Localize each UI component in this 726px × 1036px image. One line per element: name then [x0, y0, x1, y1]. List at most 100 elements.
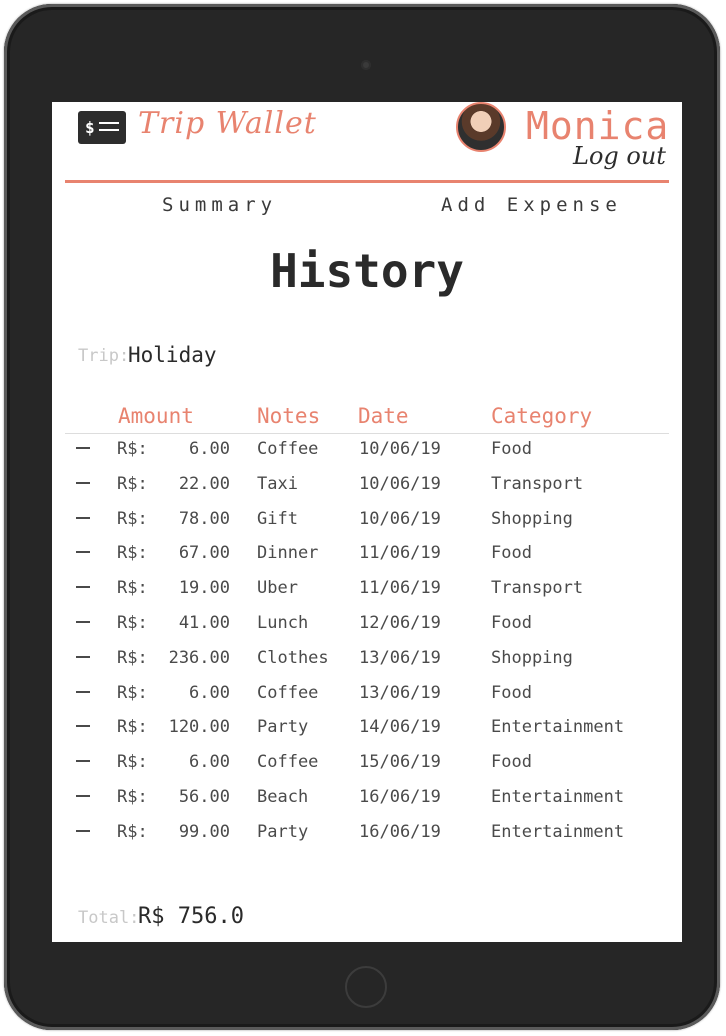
delete-minus-icon[interactable]	[76, 586, 90, 589]
table-row: R$: 6.00 Coffee 15/06/19 Food	[52, 747, 682, 782]
row-amount: 236.00	[168, 647, 230, 668]
logo-dollar: $	[85, 118, 95, 137]
row-notes: Dinner	[257, 543, 319, 564]
row-category: Shopping	[491, 508, 573, 529]
row-amount: 6.00	[189, 752, 230, 773]
row-notes: Coffee	[257, 752, 319, 773]
page-title: History	[270, 244, 464, 298]
logout-link[interactable]: Log out	[573, 142, 666, 170]
column-header-notes: Notes	[257, 404, 321, 428]
table-row: R$: 56.00 Beach 16/06/19 Entertainment	[52, 782, 682, 817]
row-category: Food	[491, 682, 532, 703]
row-notes: Taxi	[257, 473, 298, 494]
row-amount: 22.00	[178, 473, 230, 494]
table-row: R$: 6.00 Coffee 10/06/19 Food	[52, 434, 682, 469]
row-currency: R$:	[117, 612, 148, 633]
table-row: R$: 78.00 Gift 10/06/19 Shopping	[52, 504, 682, 539]
row-notes: Clothes	[257, 647, 329, 668]
row-notes: Uber	[257, 578, 298, 599]
row-currency: R$:	[117, 439, 148, 459]
home-button[interactable]	[345, 966, 387, 1008]
row-currency: R$:	[117, 578, 148, 599]
row-currency: R$:	[117, 473, 148, 494]
row-category: Entertainment	[491, 786, 625, 807]
table-row: R$: 22.00 Taxi 10/06/19 Transport	[52, 469, 682, 504]
row-date: 15/06/19	[359, 752, 441, 773]
column-header-date: Date	[358, 404, 409, 428]
column-header-category: Category	[491, 404, 593, 428]
row-currency: R$:	[117, 508, 148, 529]
row-notes: Gift	[257, 508, 298, 529]
delete-minus-icon[interactable]	[76, 516, 90, 519]
row-notes: Lunch	[257, 612, 309, 633]
row-amount: 6.00	[189, 439, 230, 459]
row-notes: Coffee	[257, 439, 319, 459]
expense-list: R$: 6.00 Coffee 10/06/19 Food R$: 22.00 Taxi 10/…	[52, 434, 682, 852]
row-notes: Party	[257, 821, 309, 842]
total-label: Total:	[78, 908, 140, 928]
delete-minus-icon[interactable]	[76, 794, 90, 797]
row-category: Entertainment	[491, 717, 625, 738]
camera-icon	[361, 60, 371, 70]
app-screen: $ Trip Wallet Monica Log out Summary Add…	[52, 102, 682, 942]
row-date: 10/06/19	[359, 439, 441, 459]
row-amount: 41.00	[178, 612, 230, 633]
delete-minus-icon[interactable]	[76, 551, 90, 554]
row-date: 16/06/19	[359, 786, 441, 807]
table-row: R$: 6.00 Coffee 13/06/19 Food	[52, 678, 682, 713]
row-notes: Party	[257, 717, 309, 738]
logo-bars	[99, 122, 119, 124]
delete-minus-icon[interactable]	[76, 829, 90, 832]
row-category: Shopping	[491, 647, 573, 668]
row-currency: R$:	[117, 717, 148, 738]
row-category: Transport	[491, 578, 584, 599]
row-date: 11/06/19	[359, 578, 441, 599]
nav-add-expense[interactable]: Add Expense	[441, 194, 622, 216]
table-row: R$: 41.00 Lunch 12/06/19 Food	[52, 608, 682, 643]
row-date: 12/06/19	[359, 612, 441, 633]
row-currency: R$:	[117, 752, 148, 773]
row-amount: 99.00	[178, 821, 230, 842]
row-currency: R$:	[117, 543, 148, 564]
row-currency: R$:	[117, 786, 148, 807]
row-category: Food	[491, 543, 532, 564]
row-date: 14/06/19	[359, 717, 441, 738]
row-currency: R$:	[117, 682, 148, 703]
row-amount: 120.00	[168, 717, 230, 738]
delete-minus-icon[interactable]	[76, 655, 90, 658]
row-notes: Coffee	[257, 682, 319, 703]
row-amount: 19.00	[178, 578, 230, 599]
row-category: Entertainment	[491, 821, 625, 842]
row-amount: 56.00	[178, 786, 230, 807]
delete-minus-icon[interactable]	[76, 760, 90, 763]
row-date: 16/06/19	[359, 821, 441, 842]
row-date: 13/06/19	[359, 647, 441, 668]
table-row: R$: 99.00 Party 16/06/19 Entertainment	[52, 817, 682, 852]
row-date: 11/06/19	[359, 543, 441, 564]
row-category: Food	[491, 439, 532, 459]
table-row: R$: 236.00 Clothes 13/06/19 Shopping	[52, 643, 682, 678]
delete-minus-icon[interactable]	[76, 447, 90, 449]
trip-value: Holiday	[128, 343, 217, 367]
trip-label: Trip:	[78, 346, 130, 366]
row-category: Transport	[491, 473, 584, 494]
row-category: Food	[491, 752, 532, 773]
wallet-logo-icon: $	[78, 111, 126, 144]
avatar[interactable]	[456, 102, 506, 152]
nav-summary[interactable]: Summary	[162, 194, 277, 216]
tablet-frame: $ Trip Wallet Monica Log out Summary Add…	[4, 4, 720, 1030]
delete-minus-icon[interactable]	[76, 620, 90, 623]
delete-minus-icon[interactable]	[76, 481, 90, 484]
row-notes: Beach	[257, 786, 309, 807]
delete-minus-icon[interactable]	[76, 725, 90, 728]
row-date: 10/06/19	[359, 508, 441, 529]
column-header-amount: Amount	[118, 404, 194, 428]
table-row: R$: 19.00 Uber 11/06/19 Transport	[52, 573, 682, 608]
row-amount: 67.00	[178, 543, 230, 564]
table-row: R$: 67.00 Dinner 11/06/19 Food	[52, 538, 682, 573]
row-amount: 6.00	[189, 682, 230, 703]
row-date: 10/06/19	[359, 473, 441, 494]
row-date: 13/06/19	[359, 682, 441, 703]
row-amount: 78.00	[178, 508, 230, 529]
delete-minus-icon[interactable]	[76, 690, 90, 693]
